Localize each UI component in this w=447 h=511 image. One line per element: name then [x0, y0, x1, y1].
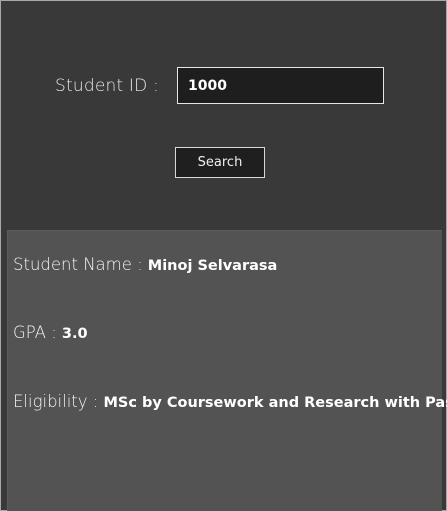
student-id-input[interactable] [177, 67, 384, 104]
gpa-label: GPA : [13, 323, 57, 342]
app-window: Student ID : Search Student Name : Minoj… [0, 0, 447, 511]
student-name-value: Minoj Selvarasa [147, 258, 278, 274]
search-form: Student ID : Search [1, 1, 446, 229]
student-name-row: Student Name : Minoj Selvarasa [13, 255, 277, 274]
eligibility-value: MSc by Coursework and Research with Pass [103, 395, 447, 411]
student-id-label: Student ID : [55, 76, 159, 96]
eligibility-row: Eligibility : MSc by Coursework and Rese… [13, 392, 447, 411]
student-name-label: Student Name : [13, 255, 143, 274]
gpa-row: GPA : 3.0 [13, 323, 88, 342]
result-panel: Student Name : Minoj Selvarasa GPA : 3.0… [7, 230, 447, 511]
gpa-value: 3.0 [61, 326, 88, 342]
eligibility-label: Eligibility : [13, 392, 99, 411]
search-button[interactable]: Search [175, 147, 265, 178]
